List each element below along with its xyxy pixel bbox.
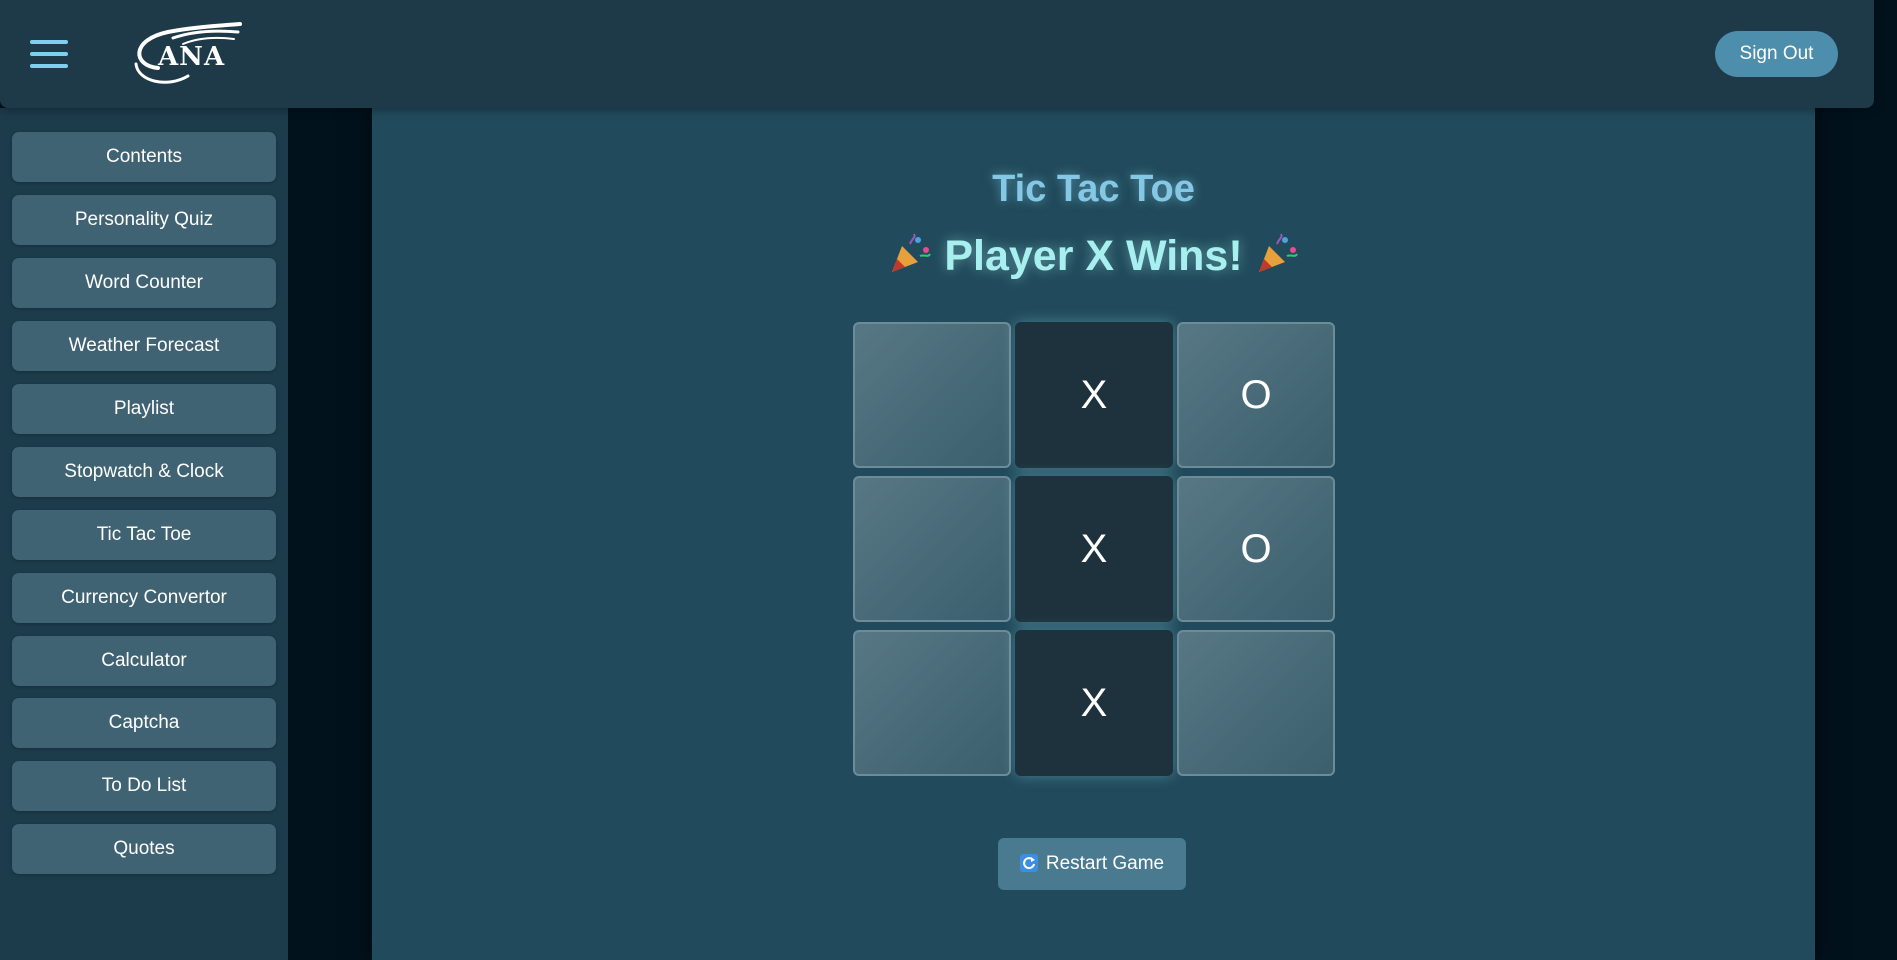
board-cell-8[interactable]: X <box>1015 630 1173 776</box>
sidebar-item-currency-convertor[interactable]: Currency Convertor <box>12 573 276 623</box>
party-popper-icon <box>892 233 932 272</box>
logo-text: ANA <box>158 42 226 72</box>
restart-icon <box>1019 854 1038 872</box>
board-cell-7[interactable] <box>853 630 1011 776</box>
board-cell-6[interactable]: O <box>1177 476 1335 622</box>
board-cell-1[interactable] <box>853 322 1011 468</box>
board-cell-5[interactable]: X <box>1015 476 1173 622</box>
restart-label: Restart Game <box>1045 853 1165 874</box>
sidebar: Contents Personality Quiz Word Counter W… <box>0 108 288 960</box>
sidebar-item-captcha[interactable]: Captcha <box>12 698 276 748</box>
sidebar-item-contents[interactable]: Contents <box>12 132 276 182</box>
sidebar-item-quotes[interactable]: Quotes <box>12 824 276 874</box>
board-cell-4[interactable] <box>853 476 1011 622</box>
party-popper-icon <box>1258 233 1298 272</box>
sidebar-item-playlist[interactable]: Playlist <box>12 384 276 434</box>
hamburger-menu-icon[interactable] <box>30 40 68 70</box>
board-cell-3[interactable]: O <box>1177 322 1335 468</box>
game-status-text: Player X Wins! <box>944 232 1243 280</box>
restart-game-button[interactable]: Restart Game <box>998 838 1186 890</box>
sidebar-item-tic-tac-toe[interactable]: Tic Tac Toe <box>12 510 276 560</box>
game-title: Tic Tac Toe <box>992 168 1195 210</box>
board-cell-2[interactable]: X <box>1015 322 1173 468</box>
top-bar: ANA Sign Out <box>0 0 1874 108</box>
sidebar-item-weather-forecast[interactable]: Weather Forecast <box>12 321 276 371</box>
sidebar-item-calculator[interactable]: Calculator <box>12 636 276 686</box>
game-status: Player X Wins! <box>372 232 1815 281</box>
sidebar-item-to-do-list[interactable]: To Do List <box>12 761 276 811</box>
sidebar-item-personality-quiz[interactable]: Personality Quiz <box>12 195 276 245</box>
board-cell-9[interactable] <box>1177 630 1335 776</box>
sidebar-item-stopwatch-clock[interactable]: Stopwatch & Clock <box>12 447 276 497</box>
sidebar-item-word-counter[interactable]: Word Counter <box>12 258 276 308</box>
game-panel: Tic Tac Toe Player X Wins! X O X O X Res… <box>372 108 1815 960</box>
sign-out-button[interactable]: Sign Out <box>1715 31 1838 77</box>
logo: ANA <box>128 18 243 88</box>
